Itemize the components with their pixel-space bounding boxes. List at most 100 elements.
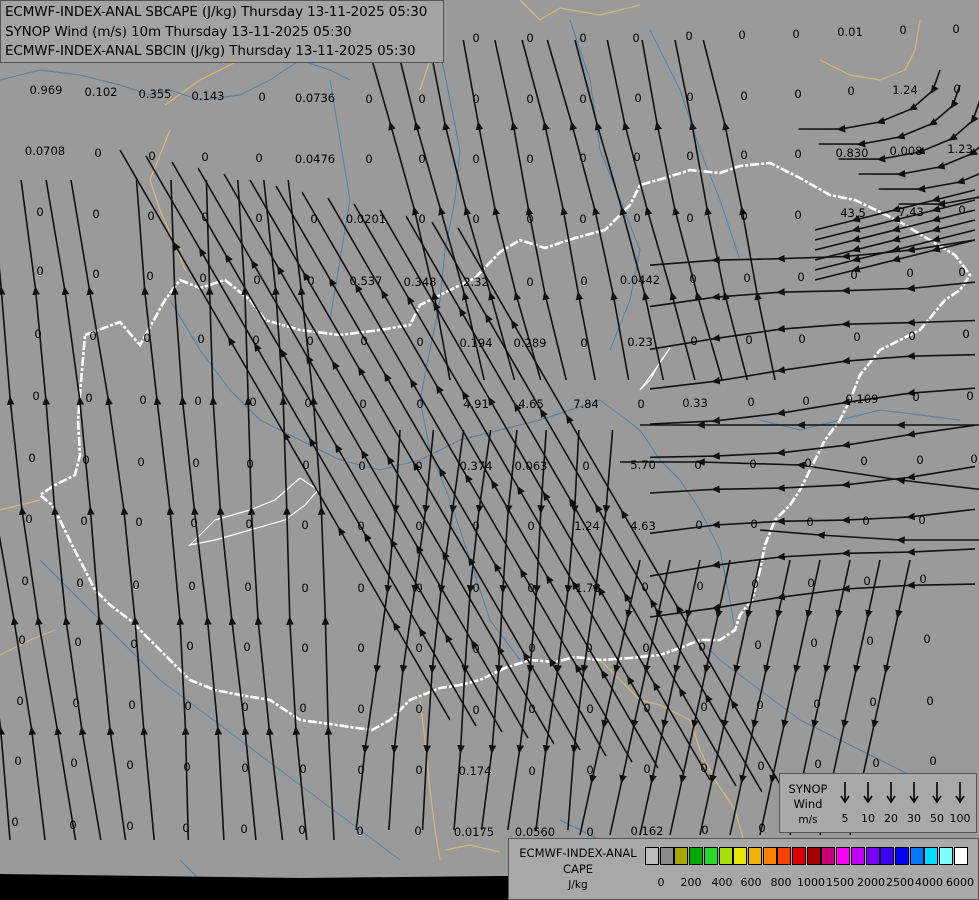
cape-value: 0 [754, 638, 762, 652]
cape-value: 0 [357, 763, 365, 777]
cape-value: 0.063 [514, 459, 548, 473]
cape-value: 0 [132, 578, 140, 592]
cape-value: 0 [359, 397, 367, 411]
cape-value: 0.374 [459, 459, 493, 473]
cape-value: 0 [632, 31, 640, 45]
cape-color-swatch [792, 847, 806, 865]
cape-value: 0.0175 [453, 825, 495, 839]
cape-value: 43.5 [840, 206, 866, 220]
cape-color-swatch [836, 847, 851, 865]
cape-value: 0 [184, 699, 192, 713]
cape-color-swatch [909, 847, 924, 865]
cape-value: 2.32 [463, 275, 489, 289]
cape-value: 0 [16, 694, 24, 708]
cape-value: 0 [792, 27, 800, 41]
cape-value: 0 [28, 451, 36, 465]
cape-value: 7.84 [573, 397, 599, 411]
cape-value: 0.0736 [294, 91, 336, 105]
cape-value: 0 [414, 824, 422, 838]
cape-value: 0 [201, 210, 209, 224]
cape-value: 0 [299, 762, 307, 776]
cape-value: 0 [356, 824, 364, 838]
cape-color-swatch [733, 847, 748, 865]
cape-value: 0 [585, 641, 593, 655]
cape-value: 0 [916, 453, 924, 467]
cape-value: 0 [11, 815, 19, 829]
cape-value: 0 [794, 208, 802, 222]
cape-value: 0 [21, 574, 29, 588]
wind-legend-unit: m/s [798, 814, 818, 826]
cape-color-swatch [777, 847, 792, 865]
cape-value: 0.0708 [24, 144, 66, 158]
cape-value: 0 [199, 271, 207, 285]
cape-value: 0 [813, 697, 821, 711]
cape-value: 0 [201, 150, 209, 164]
wind-speed-label: 100 [949, 812, 971, 825]
cape-value: 0 [34, 327, 42, 341]
title-panel: ECMWF-INDEX-ANAL SBCAPE (J/kg) Thursday … [0, 0, 444, 63]
cape-value: 0 [69, 818, 77, 832]
cape-value: 0 [310, 212, 318, 226]
cape-value: 0 [85, 391, 93, 405]
cape-value: 0 [36, 205, 44, 219]
cape-value: 0 [685, 29, 693, 43]
cape-value: 0 [418, 212, 426, 226]
cape-value: 0 [700, 761, 708, 775]
cape-value: 0 [146, 269, 154, 283]
cape-value: 0 [526, 212, 534, 226]
cape-value: 0 [301, 518, 309, 532]
cape-value: 0 [418, 92, 426, 106]
title-sbcape: ECMWF-INDEX-ANAL SBCAPE (J/kg) Thursday … [5, 4, 428, 20]
cape-value: 0.008 [889, 144, 923, 158]
cape-value: 0.537 [349, 274, 383, 288]
cape-value: 0 [72, 696, 80, 710]
cape-value: 0 [304, 396, 312, 410]
cape-value: 0.830 [835, 146, 869, 160]
cape-value: 0 [245, 517, 253, 531]
cape-value: 0 [258, 90, 266, 104]
cape-value: 0 [526, 92, 534, 106]
cape-value: 0 [255, 151, 263, 165]
cape-value: 0 [249, 395, 257, 409]
cape-value: 0.194 [459, 336, 493, 350]
cape-value: 0 [872, 756, 880, 770]
wind-legend: SYNOP Wind m/s 5 10 20 30 50 100 [779, 773, 977, 833]
cape-value: 0 [918, 513, 926, 527]
cape-value: 0 [357, 641, 365, 655]
cape-value: 0 [194, 394, 202, 408]
cape-value: 0 [147, 209, 155, 223]
cape-value: 0 [797, 270, 805, 284]
cape-value: 0 [579, 212, 587, 226]
cape-value: 0 [415, 702, 423, 716]
cape-value: 0 [634, 91, 642, 105]
cape-value: 0 [472, 212, 480, 226]
cape-value: 0 [582, 459, 590, 473]
cape-color-swatch [821, 847, 836, 865]
cape-value: 0 [696, 579, 704, 593]
cape-value: 0 [70, 756, 78, 770]
cape-value: 0 [695, 518, 703, 532]
cape-value: 0 [528, 702, 536, 716]
cape-value: 0 [416, 335, 424, 349]
cape-value: 0 [14, 754, 22, 768]
cape-value: 0 [244, 580, 252, 594]
cape-value: 1.73 [575, 581, 601, 595]
cape-value: 0 [243, 640, 251, 654]
cape-value: 4.65 [518, 397, 544, 411]
cape-value: 0 [641, 580, 649, 594]
wind-speed-label: 50 [930, 812, 944, 825]
cape-value: 0 [25, 512, 33, 526]
cape-scale-tick: 4000 [915, 876, 943, 889]
wind-speed-label: 10 [861, 812, 875, 825]
cape-value: 0 [415, 519, 423, 533]
cape-color-swatch [659, 847, 674, 865]
cape-value: 0 [740, 148, 748, 162]
cape-value: 0 [747, 395, 755, 409]
cape-value: 0 [306, 334, 314, 348]
cape-value: 0 [82, 453, 90, 467]
wind-speed-label: 5 [841, 812, 849, 825]
cape-value: 0 [415, 459, 423, 473]
cape-scale-tick: 1500 [826, 876, 854, 889]
cape-value: 0 [580, 336, 588, 350]
cape-value: 0 [810, 636, 818, 650]
